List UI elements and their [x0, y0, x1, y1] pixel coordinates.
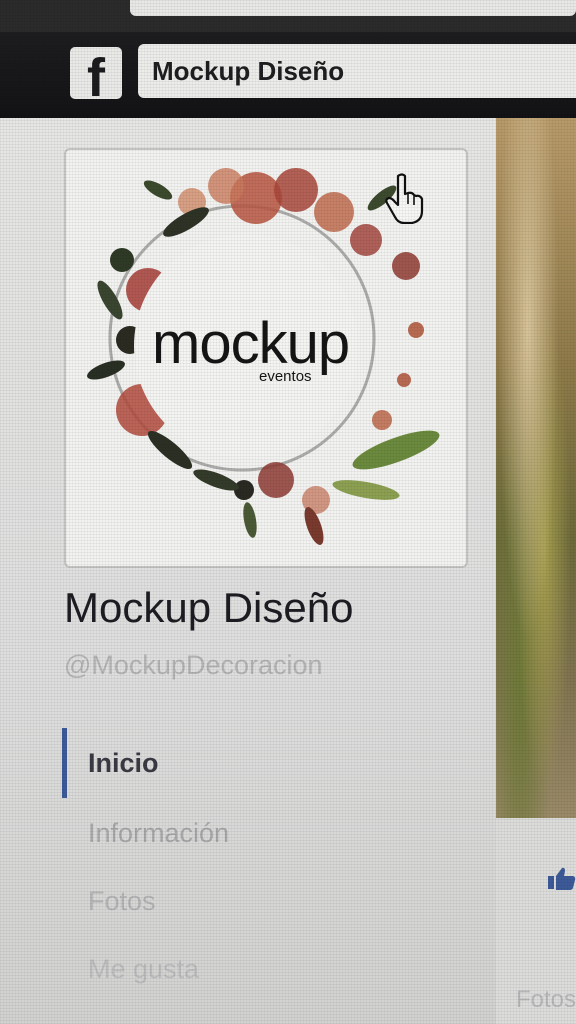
fotos-section-label: Fotos: [516, 986, 576, 1013]
facebook-icon[interactable]: f: [70, 47, 122, 99]
hand-pointer-icon: [385, 173, 424, 224]
facebook-page-screen: f Mockup Diseño mockup eventos Mockup Di…: [0, 0, 576, 1024]
page-username[interactable]: @MockupDecoracion: [64, 650, 323, 681]
nav-item-fotos[interactable]: Fotos: [88, 886, 156, 917]
page-title-bar[interactable]: Mockup Diseño: [138, 44, 576, 98]
browser-chrome: [0, 0, 576, 32]
page-title: Mockup Diseño: [152, 55, 345, 86]
brand-logo-word: mockup: [152, 311, 350, 376]
nav-item-me-gusta[interactable]: Me gusta: [88, 954, 199, 985]
brand-logo-subtext: eventos: [259, 368, 312, 385]
page-name: Mockup Diseño: [64, 584, 354, 631]
active-nav-indicator: [62, 728, 67, 798]
cover-photo[interactable]: [496, 118, 576, 818]
nav-item-inicio[interactable]: Inicio: [88, 748, 159, 779]
thumbs-up-icon[interactable]: [546, 866, 576, 890]
address-bar[interactable]: [130, 0, 576, 16]
nav-item-informacion[interactable]: Información: [88, 818, 229, 849]
